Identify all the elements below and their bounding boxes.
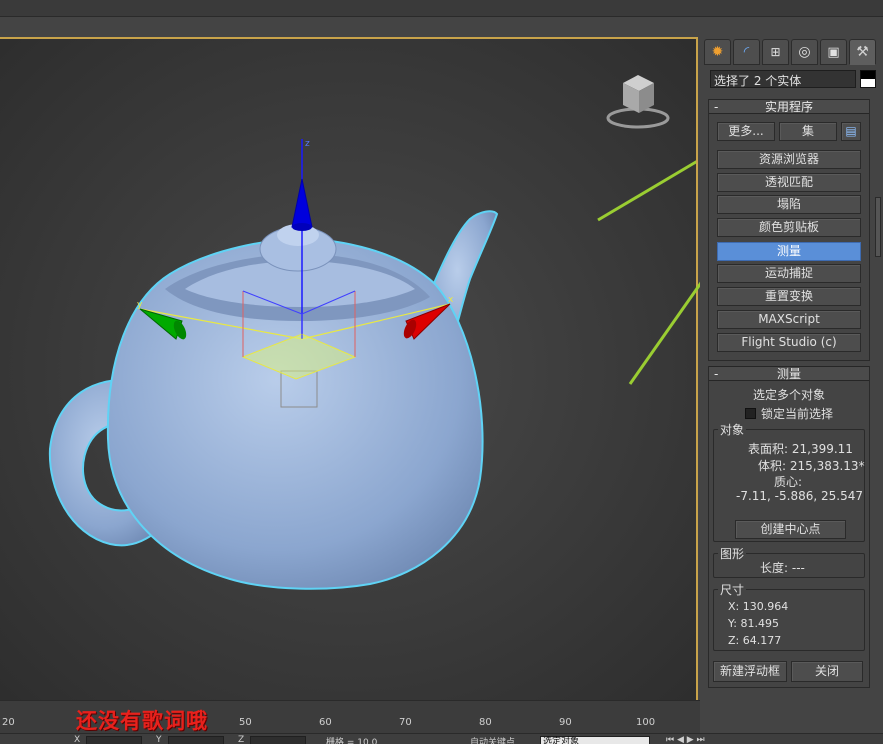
length-value: 长度: ---: [760, 561, 805, 575]
utilities-rollout-title: 实用程序: [764, 100, 813, 114]
dimensions-group-title: 尺寸: [718, 581, 747, 598]
objects-group-title: 对象: [718, 421, 747, 438]
multiple-objects-label: 选定多个对象: [753, 388, 826, 402]
configure-sets-button[interactable]: ▤: [841, 122, 861, 141]
modify-tab[interactable]: ◜: [733, 39, 760, 65]
measure-rollout-header[interactable]: - 测量: [709, 366, 869, 381]
create-center-point-button[interactable]: 创建中心点: [735, 520, 846, 539]
grid-size-label: 栅格 = 10.0: [326, 738, 378, 744]
hierarchy-icon: ⊞: [770, 45, 781, 59]
selection-name-field[interactable]: 选择了 2 个实体: [710, 70, 856, 88]
center-of-mass-value: -7.11, -5.886, 25.547: [736, 489, 863, 503]
center-of-mass-label: 质心:: [774, 475, 803, 489]
timeline-tick: 90: [559, 717, 572, 728]
dimension-x-value: X: 130.964: [728, 600, 789, 613]
measure-rollout: - 测量 选定多个对象 锁定当前选择 对象 表面积: 21,399.11 体积:…: [708, 366, 870, 688]
dimension-z-value: Z: 64.177: [728, 634, 782, 647]
lyrics-overlay: 还没有歌词哦: [76, 709, 208, 733]
lock-selection-label: 锁定当前选择: [761, 407, 834, 421]
hierarchy-tab[interactable]: ⊞: [762, 39, 789, 65]
x-coord-label: X: [74, 735, 81, 744]
z-coord-field[interactable]: [250, 736, 306, 744]
panel-scrollbar[interactable]: [875, 197, 881, 257]
utility-button-measure[interactable]: 测量: [717, 242, 861, 261]
motion-circle-icon: ◎: [798, 44, 811, 60]
hammer-icon: ⚒: [856, 44, 869, 60]
utility-button-motion-capture[interactable]: 运动捕捉: [717, 264, 861, 283]
objects-group: 对象 表面积: 21,399.11 体积: 215,383.13* 质心: -7…: [713, 421, 865, 542]
configure-icon: ▤: [845, 124, 857, 138]
timeline-tick: 20: [2, 717, 15, 728]
timeline-tick: 80: [479, 717, 492, 728]
timeline-tick: 50: [239, 717, 252, 728]
collapse-icon: -: [714, 367, 719, 381]
new-floater-button[interactable]: 新建浮动框: [713, 661, 787, 682]
utility-button-perspective-match[interactable]: 透视匹配: [717, 173, 861, 192]
utility-button-color-clipboard[interactable]: 颜色剪贴板: [717, 218, 861, 237]
utility-button-reset-xform[interactable]: 重置变换: [717, 287, 861, 306]
shapes-group-title: 图形: [718, 545, 747, 562]
utilities-rollout-header[interactable]: - 实用程序: [709, 99, 869, 114]
selection-set-value: 选定对象: [543, 737, 580, 744]
selection-set-dropdown[interactable]: 选定对象: [540, 736, 650, 744]
create-tab[interactable]: ✹: [704, 39, 731, 65]
object-color-swatch[interactable]: [860, 70, 876, 88]
y-coord-label: Y: [156, 735, 162, 744]
z-coord-label: Z: [238, 735, 245, 744]
utility-button-collapse[interactable]: 塌陷: [717, 195, 861, 214]
collapse-icon: -: [714, 100, 719, 114]
utility-button-asset-browser[interactable]: 资源浏览器: [717, 150, 861, 169]
utilities-tab[interactable]: ⚒: [849, 39, 876, 65]
curve-icon: ◜: [743, 44, 750, 60]
lock-selection-checkbox[interactable]: [745, 408, 756, 419]
monitor-icon: ▣: [827, 44, 840, 60]
measure-rollout-title: 测量: [776, 367, 801, 381]
more-button[interactable]: 更多...: [717, 122, 775, 141]
dimensions-group: 尺寸 X: 130.964 Y: 81.495 Z: 64.177: [713, 581, 865, 651]
bottom-right-panel: [700, 700, 883, 733]
auto-key-label[interactable]: 自动关键点: [470, 735, 515, 744]
motion-tab[interactable]: ◎: [791, 39, 818, 65]
sets-button[interactable]: 集: [779, 122, 837, 141]
dimension-y-value: Y: 81.495: [728, 617, 779, 630]
surface-area-value: 表面积: 21,399.11: [748, 442, 853, 456]
utilities-rollout: - 实用程序 更多... 集 ▤ 资源浏览器 透视匹配 塌陷 颜色剪贴板 测量 …: [708, 99, 870, 361]
close-button[interactable]: 关闭: [791, 661, 863, 682]
status-bar: X Y Z 栅格 = 10.0 自动关键点 选定对象 ⏮ ◀ ▶ ⏭: [0, 733, 883, 744]
y-coord-field[interactable]: [168, 736, 224, 744]
display-tab[interactable]: ▣: [820, 39, 847, 65]
timeline-tick: 60: [319, 717, 332, 728]
shapes-group: 图形 长度: ---: [713, 545, 865, 578]
utility-button-flight-studio[interactable]: Flight Studio (c): [717, 333, 861, 352]
command-panel-tabs: ✹ ◜ ⊞ ◎ ▣ ⚒: [704, 39, 876, 65]
playback-controls-icon[interactable]: ⏮ ◀ ▶ ⏭: [666, 735, 705, 744]
command-panel: ✹ ◜ ⊞ ◎ ▣ ⚒ 选择了 2 个实体 - 实用程序 更多... 集 ▤ 资…: [700, 37, 883, 700]
utility-button-maxscript[interactable]: MAXScript: [717, 310, 861, 329]
timeline-tick: 70: [399, 717, 412, 728]
sun-star-icon: ✹: [711, 44, 724, 60]
volume-value: 体积: 215,383.13*: [758, 459, 865, 473]
timeline-tick: 100: [636, 717, 656, 728]
x-coord-field[interactable]: [86, 736, 142, 744]
